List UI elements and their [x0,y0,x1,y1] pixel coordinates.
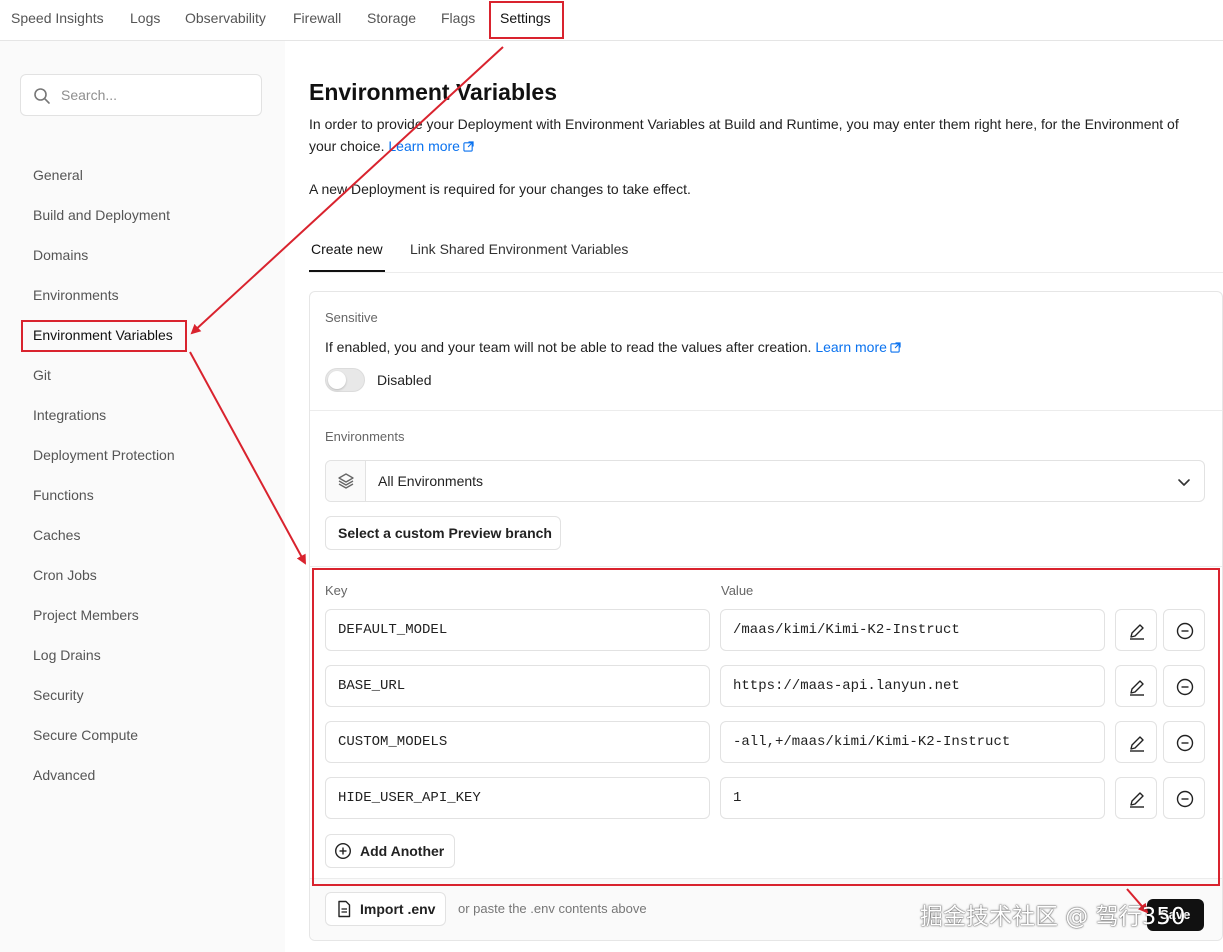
sidebar-item-integrations[interactable]: Integrations [33,407,106,423]
sensitive-learn-more-label: Learn more [815,339,887,355]
tab-flags[interactable]: Flags [441,10,475,26]
sidebar: Search... General Build and Deployment D… [0,41,285,952]
kv-highlight-box [312,568,1220,886]
environments-label: Environments [325,429,405,444]
tab-logs[interactable]: Logs [130,10,160,26]
external-link-icon [890,342,901,353]
sidebar-item-log-drains[interactable]: Log Drains [33,647,101,663]
sidebar-item-domains[interactable]: Domains [33,247,88,263]
sidebar-item-functions[interactable]: Functions [33,487,94,503]
file-icon [338,900,351,918]
active-tab-indicator [309,270,385,272]
sidebar-item-caches[interactable]: Caches [33,527,80,543]
top-nav: Speed Insights Logs Observability Firewa… [0,0,1223,41]
tab-firewall[interactable]: Firewall [293,10,341,26]
sidebar-item-project-members[interactable]: Project Members [33,607,139,623]
sidebar-item-security[interactable]: Security [33,687,84,703]
layers-icon [338,473,354,489]
tabs-divider [309,272,1223,273]
tab-storage[interactable]: Storage [367,10,416,26]
sensitive-text: If enabled, you and your team will not b… [325,339,812,355]
search-input[interactable]: Search... [20,74,262,116]
sidebar-item-git[interactable]: Git [33,367,51,383]
learn-more-link[interactable]: Learn more [388,138,474,154]
import-env-button[interactable]: Import .env [325,892,446,926]
section-divider [310,566,1222,567]
toggle-knob [328,371,346,389]
custom-preview-branch-label: Select a custom Preview branch [338,525,552,541]
toggle-state-label: Disabled [377,372,432,388]
sensitive-description: If enabled, you and your team will not b… [325,339,901,355]
sidebar-item-deployment-protection[interactable]: Deployment Protection [33,447,175,463]
sidebar-item-environments[interactable]: Environments [33,287,119,303]
watermark: 掘金技术社区 @ 驾行350 [920,904,1186,930]
search-placeholder: Search... [61,87,118,103]
search-icon [34,88,50,104]
settings-highlight-box [489,1,564,39]
sensitive-toggle[interactable] [325,368,365,392]
sensitive-learn-more-link[interactable]: Learn more [815,339,901,355]
deployment-note: A new Deployment is required for your ch… [309,181,691,197]
learn-more-label: Learn more [388,138,460,154]
section-divider [310,410,1222,411]
sidebar-item-general[interactable]: General [33,167,83,183]
environments-selected-value: All Environments [378,473,484,489]
tab-create-new[interactable]: Create new [311,241,383,257]
tab-speed-insights[interactable]: Speed Insights [11,10,104,26]
custom-preview-branch-button[interactable]: Select a custom Preview branch [325,516,561,550]
select-lead [326,461,366,501]
sidebar-item-build-and-deployment[interactable]: Build and Deployment [33,207,170,223]
sensitive-label: Sensitive [325,310,378,325]
import-env-label: Import .env [360,901,436,917]
sidebar-item-cron-jobs[interactable]: Cron Jobs [33,567,97,583]
import-hint: or paste the .env contents above [458,901,647,916]
sidebar-item-advanced[interactable]: Advanced [33,767,95,783]
page-title: Environment Variables [309,79,557,105]
chevron-down-icon [1178,479,1190,486]
tab-link-shared[interactable]: Link Shared Environment Variables [410,241,628,257]
page-description: In order to provide your Deployment with… [309,113,1209,157]
tab-observability[interactable]: Observability [185,10,266,26]
environment-variables-highlight-box [21,320,187,352]
environments-select[interactable]: All Environments [325,460,1205,502]
sidebar-item-secure-compute[interactable]: Secure Compute [33,727,138,743]
external-link-icon [463,141,474,152]
